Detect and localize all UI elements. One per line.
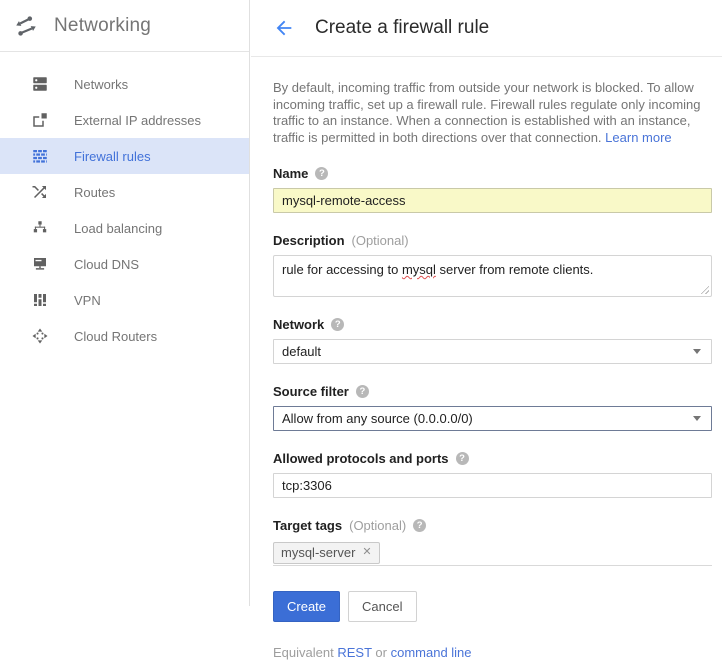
vpn-icon (31, 291, 49, 309)
description-text-misspelled: mysql (402, 262, 436, 277)
network-label-text: Network (273, 317, 324, 332)
help-icon[interactable]: ? (331, 318, 344, 331)
sidebar-item-load-balancing[interactable]: Load balancing (0, 210, 249, 246)
sidebar-item-networks[interactable]: Networks (0, 66, 249, 102)
source-filter-label-text: Source filter (273, 384, 349, 399)
name-label: Name ? (273, 166, 712, 181)
dropdown-caret-icon (693, 349, 701, 354)
routes-icon (31, 183, 49, 201)
equivalent-links: Equivalent REST or command line (273, 645, 712, 660)
sidebar-item-routes[interactable]: Routes (0, 174, 249, 210)
description-text-pre: rule for accessing to (282, 262, 402, 277)
sidebar-item-label: Cloud Routers (74, 329, 157, 344)
sidebar-nav: Networks External IP addresses Firewall … (0, 52, 249, 354)
back-arrow-icon[interactable] (272, 16, 296, 40)
sidebar-item-label: Networks (74, 77, 128, 92)
network-field-group: Network ? default (273, 317, 712, 364)
sidebar-item-label: External IP addresses (74, 113, 201, 128)
source-filter-label: Source filter ? (273, 384, 712, 399)
sidebar-item-label: Load balancing (74, 221, 162, 236)
protocols-input[interactable] (273, 473, 712, 498)
cloud-dns-icon (31, 255, 49, 273)
page-title: Create a firewall rule (315, 17, 489, 39)
description-label: Description (Optional) (273, 233, 712, 248)
firewall-rules-icon (31, 147, 49, 165)
chip-close-icon[interactable]: ✕ (362, 547, 371, 558)
target-tags-field-group: Target tags (Optional) ? mysql-server ✕ (273, 518, 712, 566)
help-icon[interactable]: ? (356, 385, 369, 398)
target-tags-label-text: Target tags (273, 518, 342, 533)
sidebar-item-vpn[interactable]: VPN (0, 282, 249, 318)
tag-chip-label: mysql-server (281, 545, 355, 560)
help-icon[interactable]: ? (315, 167, 328, 180)
description-field-group: Description (Optional) rule for accessin… (273, 233, 712, 297)
sidebar-item-label: Routes (74, 185, 115, 200)
network-label: Network ? (273, 317, 712, 332)
sidebar-item-label: VPN (74, 293, 101, 308)
tag-chip: mysql-server ✕ (273, 542, 380, 564)
target-tags-optional-text: (Optional) (349, 518, 406, 533)
sidebar-item-cloud-dns[interactable]: Cloud DNS (0, 246, 249, 282)
product-title: Networking (54, 15, 151, 37)
page-header: Create a firewall rule (251, 0, 722, 57)
source-filter-field-group: Source filter ? Allow from any source (0… (273, 384, 712, 431)
network-select[interactable]: default (273, 339, 712, 364)
protocols-label-text: Allowed protocols and ports (273, 451, 449, 466)
textarea-resize-handle[interactable] (700, 285, 709, 294)
target-tags-label: Target tags (Optional) ? (273, 518, 712, 533)
cloud-routers-icon (31, 327, 49, 345)
form-content: By default, incoming traffic from outsid… (251, 57, 722, 660)
networks-icon (31, 75, 49, 93)
external-ip-icon (31, 111, 49, 129)
sidebar-header: Networking (0, 0, 249, 52)
sidebar-item-firewall-rules[interactable]: Firewall rules (0, 138, 249, 174)
target-tags-input[interactable]: mysql-server ✕ (273, 540, 712, 566)
protocols-field-group: Allowed protocols and ports ? (273, 451, 712, 498)
description-optional-text: (Optional) (352, 233, 409, 248)
networking-logo-icon (13, 13, 39, 39)
rest-link[interactable]: REST (337, 645, 371, 660)
intro-text: By default, incoming traffic from outsid… (273, 80, 718, 146)
create-button[interactable]: Create (273, 591, 340, 622)
sidebar: Networking Networks External IP addresse… (0, 0, 250, 606)
description-textarea[interactable]: rule for accessing to mysql server from … (273, 255, 712, 297)
help-icon[interactable]: ? (413, 519, 426, 532)
form-actions: Create Cancel (273, 591, 712, 622)
sidebar-item-label: Cloud DNS (74, 257, 139, 272)
name-label-text: Name (273, 166, 308, 181)
description-text-post: server from remote clients. (436, 262, 594, 277)
command-line-link[interactable]: command line (391, 645, 472, 660)
description-label-text: Description (273, 233, 345, 248)
name-field-group: Name ? (273, 166, 712, 213)
source-filter-select[interactable]: Allow from any source (0.0.0.0/0) (273, 406, 712, 431)
cancel-button[interactable]: Cancel (348, 591, 416, 622)
dropdown-caret-icon (693, 416, 701, 421)
network-selected-value: default (282, 344, 321, 359)
load-balancing-icon (31, 219, 49, 237)
learn-more-link[interactable]: Learn more (605, 130, 671, 145)
sidebar-item-cloud-routers[interactable]: Cloud Routers (0, 318, 249, 354)
sidebar-item-label: Firewall rules (74, 149, 151, 164)
source-filter-selected-value: Allow from any source (0.0.0.0/0) (282, 411, 473, 426)
name-input[interactable] (273, 188, 712, 213)
sidebar-item-external-ip-addresses[interactable]: External IP addresses (0, 102, 249, 138)
help-icon[interactable]: ? (456, 452, 469, 465)
or-text: or (375, 645, 387, 660)
main-panel: Create a firewall rule By default, incom… (251, 0, 722, 606)
protocols-label: Allowed protocols and ports ? (273, 451, 712, 466)
equivalent-text: Equivalent (273, 645, 334, 660)
